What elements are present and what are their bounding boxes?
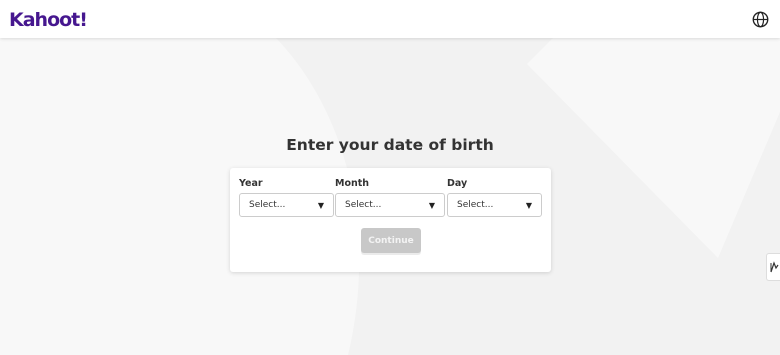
month-select-value: Select... (345, 200, 382, 210)
kahoot-logo[interactable]: Kahoot! (9, 9, 88, 31)
chart-icon (770, 261, 779, 273)
year-select-value: Select... (249, 200, 286, 210)
year-select[interactable]: Select... ▼ (239, 193, 334, 217)
month-select[interactable]: Select... ▼ (335, 193, 445, 217)
triangle-down-icon: ▼ (428, 201, 435, 210)
page-title: Enter your date of birth (286, 136, 494, 154)
top-bar: Kahoot! (0, 0, 780, 38)
continue-button[interactable]: Continue (361, 228, 421, 253)
month-label: Month (335, 178, 370, 189)
feedback-side-tab[interactable] (766, 253, 780, 281)
triangle-down-icon: ▼ (525, 201, 532, 210)
day-select-value: Select... (457, 200, 494, 210)
page: Kahoot! Enter your date of birth Year Se… (0, 0, 780, 355)
date-of-birth-card: Year Select... ▼ Month Select... ▼ Day S… (230, 168, 551, 272)
triangle-down-icon: ▼ (317, 201, 324, 210)
day-label: Day (447, 178, 468, 189)
day-select[interactable]: Select... ▼ (447, 193, 542, 217)
year-label: Year (239, 178, 263, 189)
globe-icon[interactable] (752, 11, 769, 28)
